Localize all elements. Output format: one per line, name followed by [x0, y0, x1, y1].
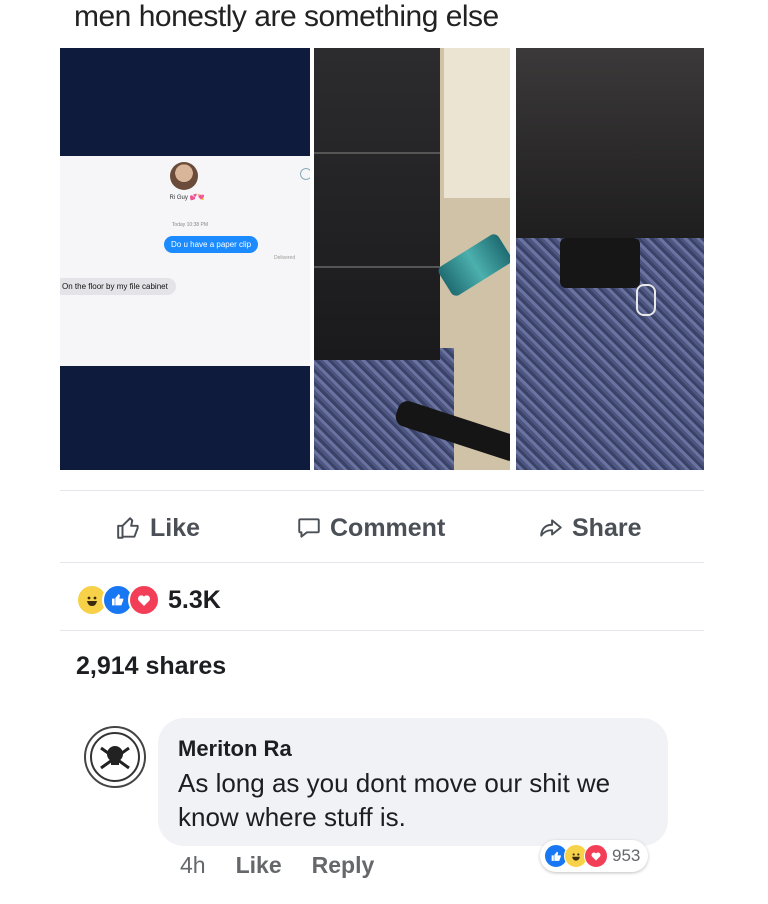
comment-age[interactable]: 4h [180, 852, 206, 879]
comment-meta: 4h Like Reply [180, 852, 374, 879]
paper-clip-photo[interactable] [516, 48, 704, 470]
refresh-icon [300, 168, 310, 180]
skull-crossbones-icon [90, 732, 140, 782]
divider [60, 562, 704, 563]
drawer-line [314, 152, 440, 154]
thumbs-up-icon [117, 517, 139, 539]
divider [60, 490, 704, 491]
comment-icon [298, 518, 320, 538]
commenter-avatar[interactable] [84, 726, 146, 788]
love-reaction-icon [584, 844, 608, 868]
screenshot-bottom-bar [60, 366, 310, 470]
screenshot-top-bar [60, 48, 310, 156]
comment-bubble: Meriton Ra As long as you dont move our … [158, 718, 668, 846]
reactions-summary[interactable]: 5.3K [76, 582, 221, 618]
comment-button[interactable]: Comment [296, 502, 445, 554]
like-button-label: Like [150, 513, 201, 542]
text-message-screenshot[interactable]: Ri Guy 💕💘 Today 10:38 PM Do u have a pap… [60, 48, 310, 470]
comment-button-label: Comment [330, 513, 446, 542]
reaction-count: 5.3K [168, 585, 221, 614]
file-cabinet [314, 48, 440, 360]
comment-like-link[interactable]: Like [236, 852, 282, 879]
delivered-label: Delivered [274, 255, 296, 261]
paper-clip [636, 284, 656, 316]
cabinet-side [516, 48, 704, 238]
message-timestamp: Today 10:38 PM [171, 222, 209, 228]
drawer-line [314, 266, 440, 268]
wall [444, 48, 510, 198]
comment-reactions[interactable]: 953 [540, 840, 649, 872]
received-message-bubble: On the floor by my file cabinet [60, 278, 176, 295]
post-actions-bar: Like Comment Share [60, 502, 704, 554]
contact-name: Ri Guy 💕💘 [169, 195, 205, 201]
cabinet-foot [560, 238, 640, 288]
share-arrow-icon [540, 519, 562, 537]
comment-reply-link[interactable]: Reply [312, 852, 375, 879]
post-photo-grid[interactable]: Ri Guy 💕💘 Today 10:38 PM Do u have a pap… [60, 48, 704, 470]
comment-text: As long as you dont move our shit we kno… [178, 768, 611, 832]
file-cabinet-photo[interactable] [314, 48, 510, 470]
comment-reaction-count: 953 [612, 846, 641, 865]
share-count[interactable]: 2,914 shares [76, 652, 226, 681]
divider [60, 630, 704, 631]
love-reaction-icon [128, 584, 160, 616]
contact-avatar [170, 162, 198, 190]
meme-caption: men honestly are something else [74, 0, 499, 33]
share-button[interactable]: Share [538, 502, 641, 554]
message-thread: Ri Guy 💕💘 Today 10:38 PM Do u have a pap… [60, 156, 310, 366]
comment-author[interactable]: Meriton Ra [178, 736, 292, 762]
sent-message-bubble: Do u have a paper clip [164, 236, 259, 253]
like-button[interactable]: Like [116, 502, 200, 554]
share-button-label: Share [572, 513, 642, 542]
